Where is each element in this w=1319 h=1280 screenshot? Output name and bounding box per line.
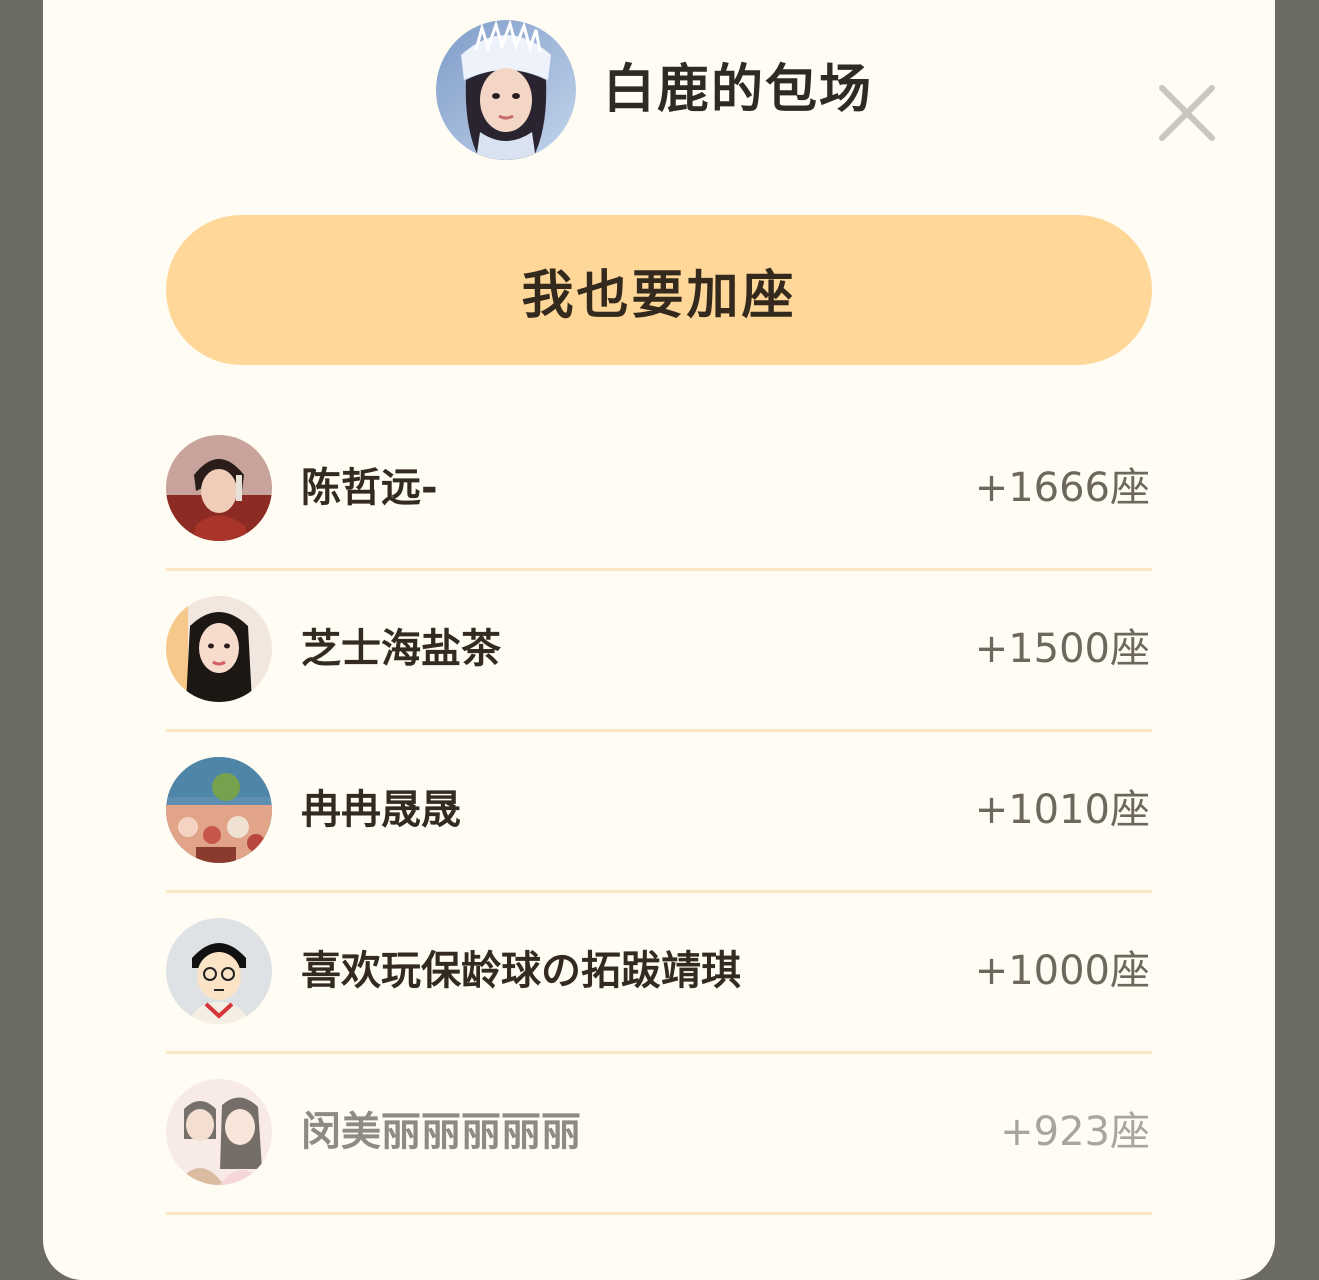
avatar[interactable] [166, 1079, 272, 1185]
avatar[interactable] [166, 918, 272, 1024]
list-item[interactable]: 芝士海盐茶 +1500座 [166, 571, 1152, 732]
seat-count: +1010座 [974, 787, 1150, 833]
supporter-name: 冉冉晟晟 [301, 787, 461, 833]
list-item[interactable]: 闵美丽丽丽丽丽 +923座 [166, 1054, 1152, 1215]
supporter-name: 陈哲远- [301, 465, 438, 511]
seat-count: +1000座 [974, 948, 1150, 994]
avatar[interactable] [166, 757, 272, 863]
seat-count: +1500座 [974, 626, 1150, 672]
close-icon[interactable] [1156, 82, 1218, 144]
list-item[interactable]: 冉冉晟晟 +1010座 [166, 732, 1152, 893]
booking-sheet: 白鹿的包场 我也要加座 陈哲远- +1666座 芝士海盐茶 +1500座 冉冉晟… [43, 0, 1275, 1280]
supporter-list: 陈哲远- +1666座 芝士海盐茶 +1500座 冉冉晟晟 +1010座 喜欢玩… [166, 410, 1152, 1215]
list-item[interactable]: 陈哲远- +1666座 [166, 410, 1152, 571]
supporter-name: 芝士海盐茶 [301, 626, 501, 672]
host-avatar [436, 20, 576, 160]
avatar[interactable] [166, 596, 272, 702]
avatar[interactable] [166, 435, 272, 541]
list-item[interactable]: 喜欢玩保龄球の拓跋靖琪 +1000座 [166, 893, 1152, 1054]
seat-count: +923座 [1000, 1109, 1150, 1155]
supporter-name: 闵美丽丽丽丽丽 [301, 1109, 581, 1155]
sheet-header: 白鹿的包场 [43, 20, 1275, 160]
page-title: 白鹿的包场 [603, 60, 874, 120]
supporter-name: 喜欢玩保龄球の拓跋靖琪 [301, 948, 741, 994]
seat-count: +1666座 [974, 465, 1150, 511]
join-seat-button[interactable]: 我也要加座 [166, 215, 1152, 365]
